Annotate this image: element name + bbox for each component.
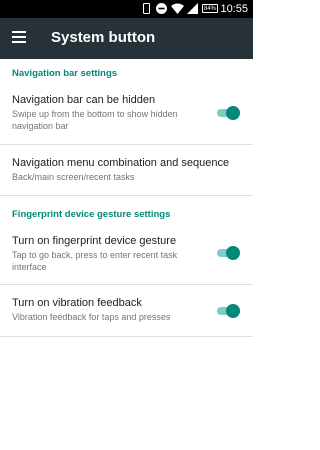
fingerprint-gesture-toggle[interactable]: [216, 246, 240, 260]
setting-subtitle: Tap to go back, press to enter recent ta…: [12, 250, 178, 272]
vibration-feedback-setting[interactable]: Turn on vibration feedback Vibration fee…: [0, 285, 253, 335]
fingerprint-gesture-setting[interactable]: Turn on fingerprint device gesture Tap t…: [0, 227, 253, 283]
divider: [0, 336, 253, 337]
wifi-icon: [171, 3, 184, 14]
signal-icon: [187, 3, 198, 14]
setting-title: Navigation menu combination and sequence: [12, 157, 230, 169]
setting-title: Navigation bar can be hidden: [12, 94, 156, 106]
navigation-bar-hidden-toggle[interactable]: [216, 106, 240, 120]
setting-title: Turn on fingerprint device gesture: [12, 235, 177, 247]
toggle-thumb: [226, 304, 240, 318]
clock: 10:55: [220, 3, 248, 15]
page-title: System button: [51, 29, 156, 46]
do-not-disturb-icon: [156, 3, 167, 14]
setting-subtitle: Swipe up from the bottom to show hidden …: [12, 109, 178, 131]
fingerprint-section-header: Fingerprint device gesture settings: [12, 209, 171, 220]
setting-subtitle: Back/main screen/recent tasks: [12, 172, 135, 182]
toggle-thumb: [226, 106, 240, 120]
app-bar: System button: [0, 18, 253, 59]
navigation-bar-hidden-setting[interactable]: Navigation bar can be hidden Swipe up fr…: [0, 87, 253, 143]
status-bar: 84% 10:55: [0, 0, 253, 18]
toggle-thumb: [226, 246, 240, 260]
hamburger-menu-icon[interactable]: [12, 31, 26, 43]
navigation-section-header: Navigation bar settings: [12, 68, 118, 79]
setting-subtitle: Vibration feedback for taps and presses: [12, 312, 171, 322]
battery-percent: 84%: [204, 6, 217, 12]
battery-icon: 84%: [202, 4, 218, 13]
phone-icon: [143, 3, 150, 14]
navigation-menu-combination-setting[interactable]: Navigation menu combination and sequence…: [0, 145, 253, 193]
divider: [0, 195, 253, 196]
setting-title: Turn on vibration feedback: [12, 297, 142, 309]
vibration-feedback-toggle[interactable]: [216, 304, 240, 318]
